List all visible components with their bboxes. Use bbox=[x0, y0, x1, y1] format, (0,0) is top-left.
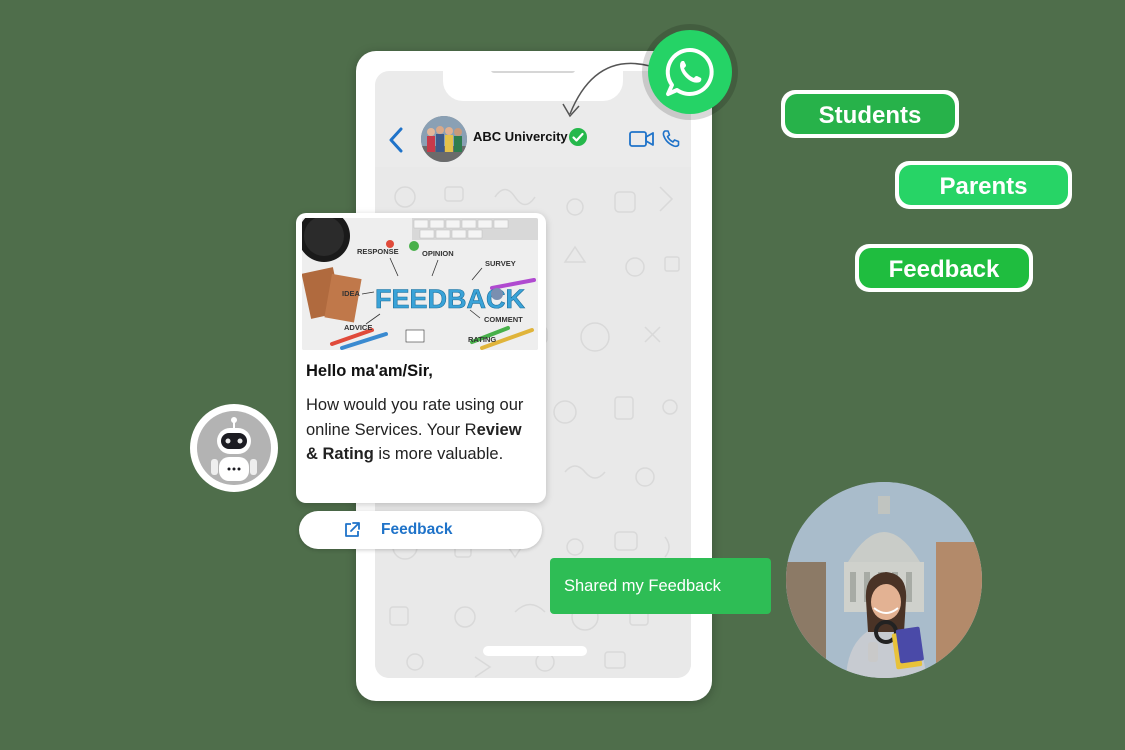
whatsapp-badge bbox=[648, 30, 732, 114]
robot-avatar-inner bbox=[197, 411, 271, 485]
feedback-illustration: RESPONSE OPINION SURVEY IDEA FEEDBACK AD… bbox=[302, 218, 538, 350]
tag-students: Students bbox=[781, 90, 959, 138]
student-illustration bbox=[786, 482, 982, 678]
message-body: How would you rate using our online Serv… bbox=[306, 393, 536, 467]
tag-students-label: Students bbox=[818, 102, 922, 129]
feedback-image: RESPONSE OPINION SURVEY IDEA FEEDBACK AD… bbox=[302, 218, 538, 350]
robot-icon bbox=[211, 417, 257, 481]
back-arrow-icon[interactable] bbox=[387, 127, 405, 153]
curved-arrow-icon bbox=[562, 62, 651, 118]
verified-icon bbox=[569, 128, 587, 146]
home-indicator bbox=[483, 646, 587, 656]
word-rating: RATING bbox=[468, 335, 496, 344]
whatsapp-icon bbox=[665, 47, 714, 96]
reply-bubble: Shared my Feedback bbox=[550, 558, 771, 614]
group-photo bbox=[421, 116, 467, 162]
word-comment: COMMENT bbox=[484, 315, 523, 324]
contact-name[interactable]: ABC Univercity bbox=[473, 129, 568, 144]
word-survey: SURVEY bbox=[485, 259, 516, 268]
word-opinion: OPINION bbox=[422, 249, 454, 258]
external-link-icon bbox=[345, 522, 360, 537]
feedback-button[interactable]: Feedback bbox=[299, 511, 542, 549]
tag-feedback-label: Feedback bbox=[888, 256, 1000, 283]
feedback-message-card: RESPONSE OPINION SURVEY IDEA FEEDBACK AD… bbox=[296, 213, 546, 503]
robot-avatar bbox=[190, 404, 278, 492]
feedback-button-label: Feedback bbox=[381, 521, 453, 538]
word-response: RESPONSE bbox=[357, 247, 399, 256]
contact-avatar[interactable] bbox=[421, 116, 467, 162]
word-advice: ADVICE bbox=[344, 323, 372, 332]
student-photo bbox=[786, 482, 982, 678]
greeting-text: Hello ma'am/Sir, bbox=[306, 362, 433, 380]
tag-feedback: Feedback bbox=[855, 244, 1033, 292]
tag-parents: Parents bbox=[895, 161, 1072, 209]
word-feedback: FEEDBACK bbox=[375, 284, 526, 314]
video-call-icon[interactable] bbox=[629, 130, 655, 148]
body-text-2: is more valuable. bbox=[373, 445, 504, 463]
word-idea: IDEA bbox=[342, 289, 361, 298]
reply-text: Shared my Feedback bbox=[564, 577, 721, 595]
tag-parents-label: Parents bbox=[939, 173, 1028, 200]
phone-call-icon[interactable] bbox=[661, 129, 681, 149]
